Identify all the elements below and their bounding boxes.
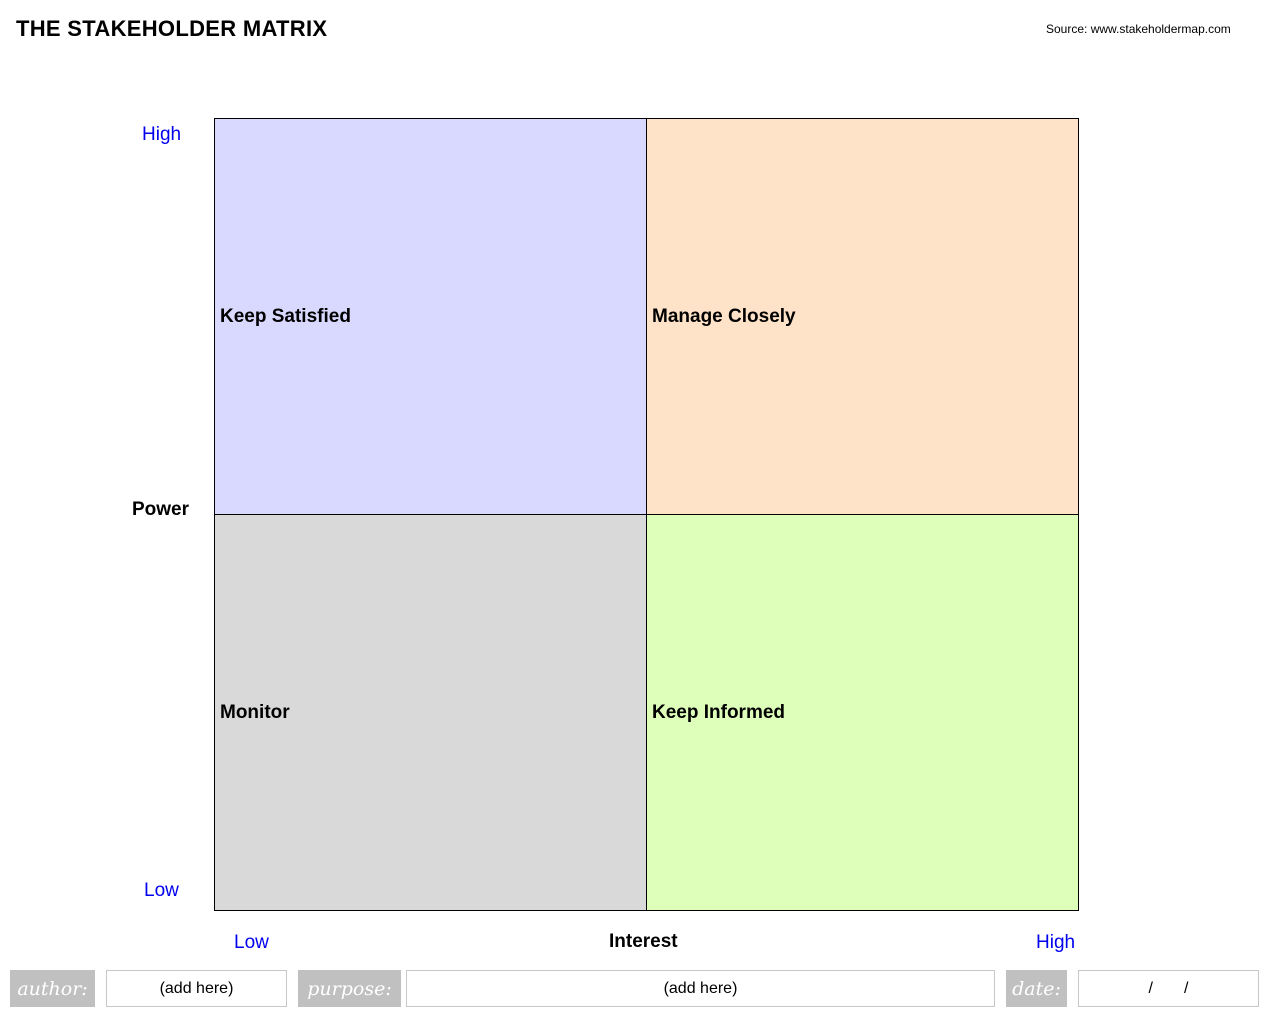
purpose-label: purpose: (298, 970, 401, 1007)
date-field[interactable]: / / (1078, 970, 1259, 1007)
quadrant-label: Keep Satisfied (220, 305, 351, 327)
quadrant-keep-informed: Keep Informed (647, 515, 1078, 910)
quadrant-monitor: Monitor (215, 515, 647, 910)
author-field[interactable]: (add here) (106, 970, 287, 1007)
quadrant-label: Manage Closely (652, 305, 796, 327)
author-label: author: (10, 970, 95, 1007)
quadrant-label: Monitor (220, 701, 290, 723)
quadrant-label: Keep Informed (652, 701, 786, 723)
y-axis-high-label: High (142, 124, 182, 145)
purpose-field[interactable]: (add here) (406, 970, 995, 1007)
source-credit: Source: www.stakeholdermap.com (1046, 22, 1231, 36)
page-title: THE STAKEHOLDER MATRIX (16, 16, 328, 41)
y-axis-title: Power (132, 499, 190, 520)
y-axis-low-label: Low (144, 880, 179, 901)
x-axis-low-label: Low (234, 932, 269, 953)
x-axis-high-label: High (1036, 932, 1076, 953)
quadrant-keep-satisfied: Keep Satisfied (215, 119, 647, 515)
quadrant-manage-closely: Manage Closely (647, 119, 1078, 515)
date-label: date: (1006, 970, 1067, 1007)
stakeholder-matrix: Keep Satisfied Manage Closely Monitor Ke… (214, 118, 1079, 911)
x-axis-title: Interest (609, 931, 678, 952)
